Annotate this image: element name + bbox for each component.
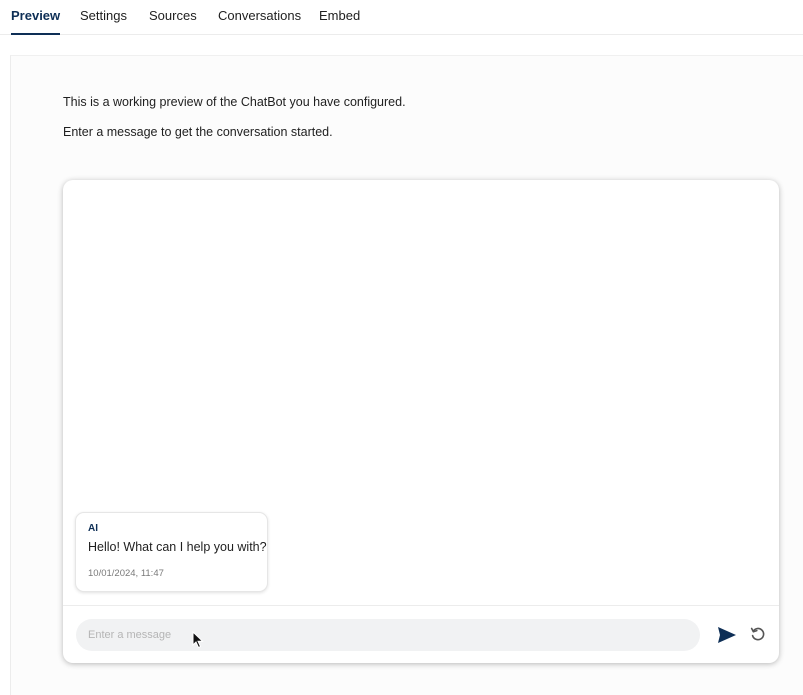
intro-text-line1: This is a working preview of the ChatBot… — [63, 95, 406, 109]
message-sender: AI — [88, 523, 98, 534]
ai-message-bubble: AI Hello! What can I help you with? 10/0… — [75, 512, 268, 592]
tab-conversations[interactable]: Conversations — [218, 0, 301, 34]
tab-sources[interactable]: Sources — [149, 0, 197, 34]
message-composer — [63, 605, 779, 663]
refresh-icon[interactable] — [750, 626, 766, 642]
message-input[interactable] — [76, 619, 700, 651]
tab-settings[interactable]: Settings — [80, 0, 127, 34]
send-icon[interactable] — [717, 625, 737, 645]
message-text: Hello! What can I help you with? — [88, 540, 267, 554]
tab-embed[interactable]: Embed — [319, 0, 360, 34]
intro-text-line2: Enter a message to get the conversation … — [63, 125, 333, 139]
tab-preview[interactable]: Preview — [11, 0, 61, 35]
chat-window: AI Hello! What can I help you with? 10/0… — [63, 180, 779, 663]
message-timestamp: 10/01/2024, 11:47 — [88, 568, 164, 579]
tab-bar: Preview Settings Sources Conversations E… — [0, 0, 803, 35]
